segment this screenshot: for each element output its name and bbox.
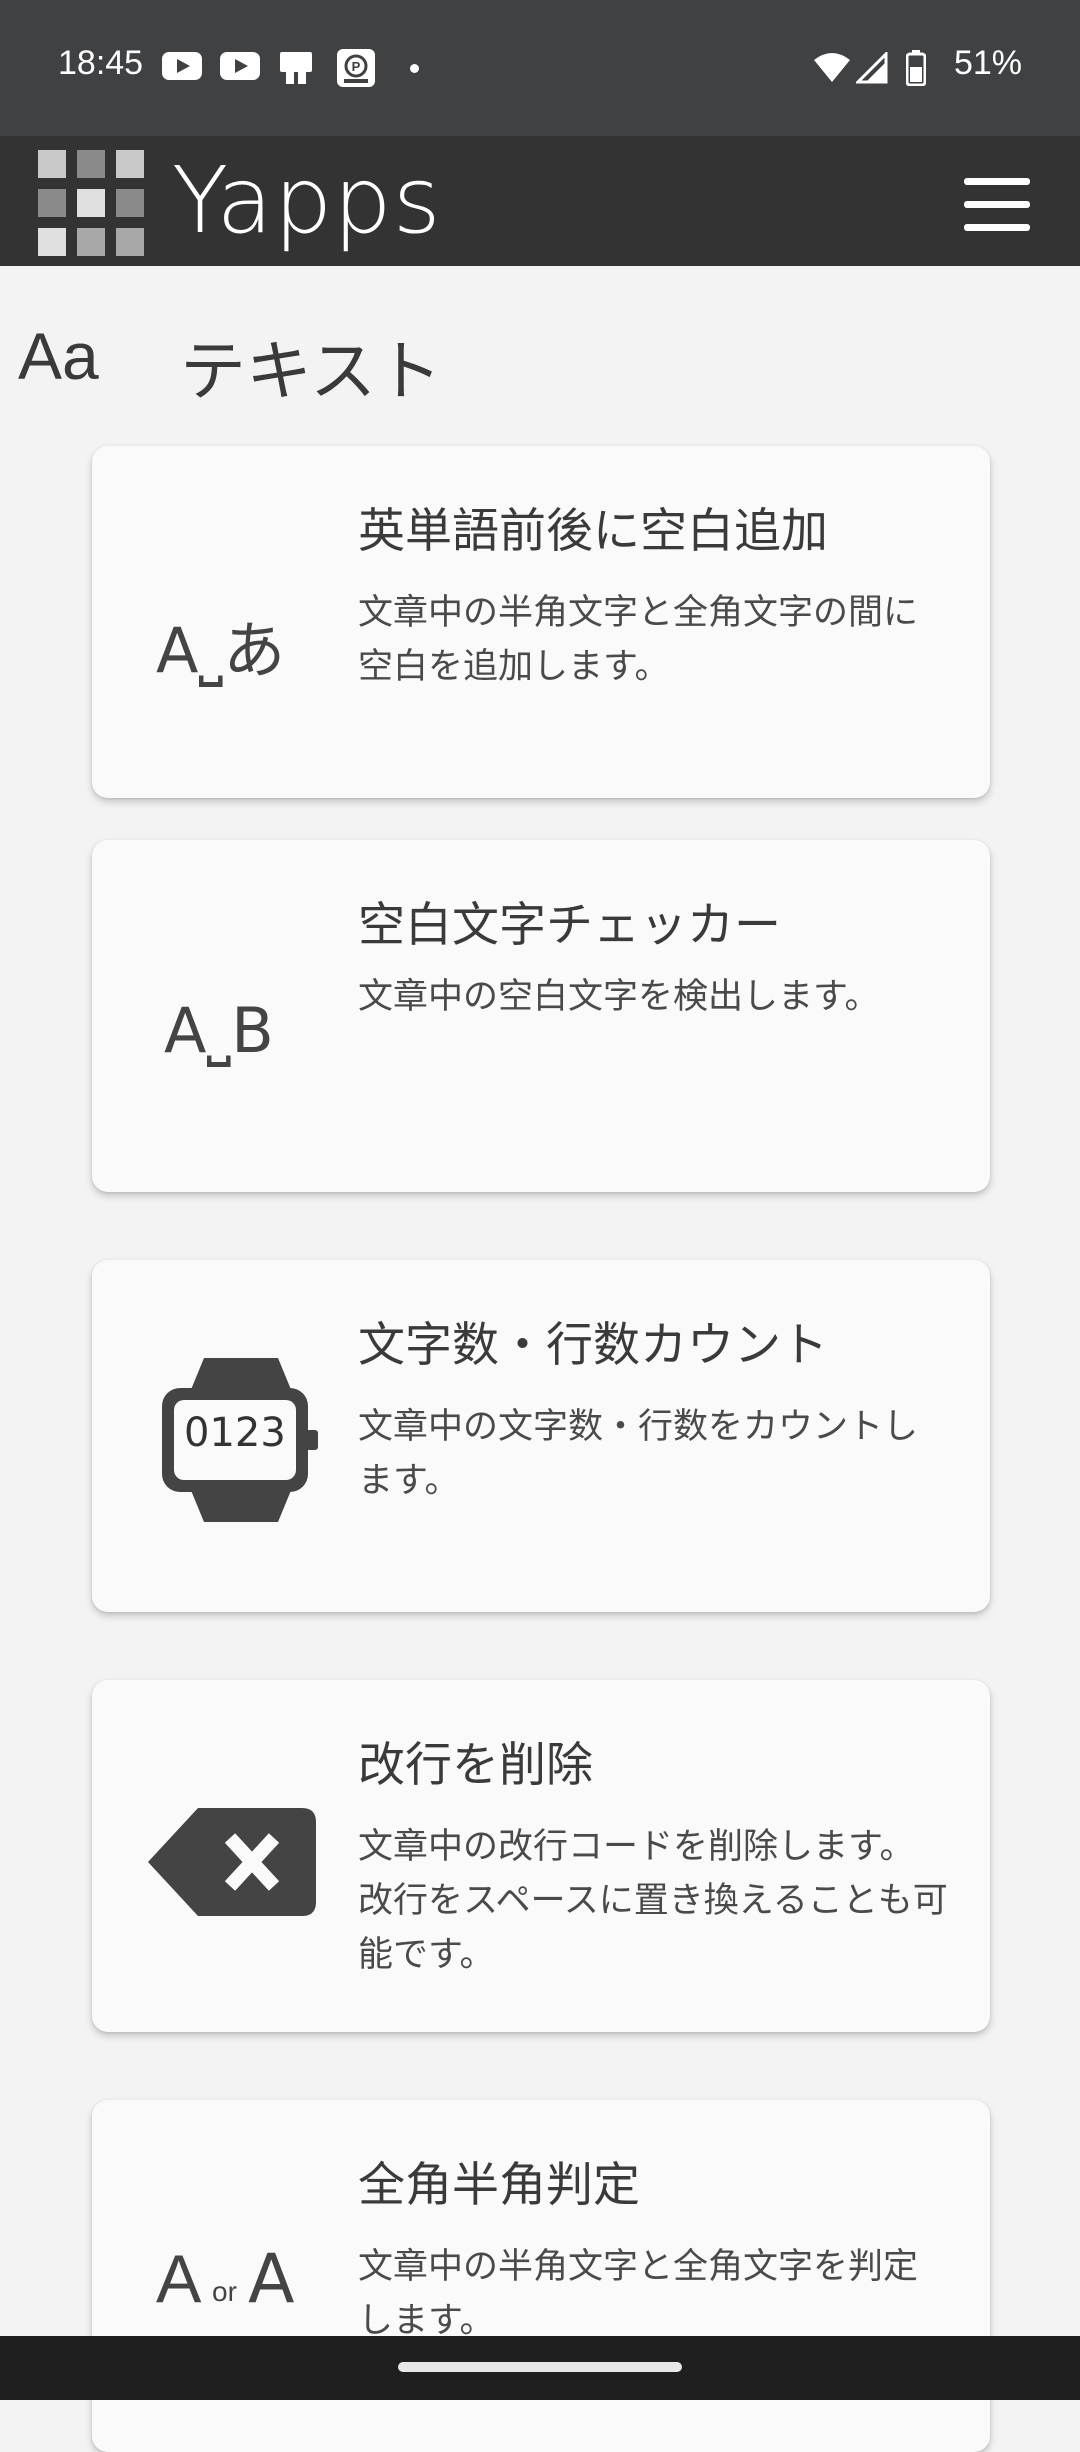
card-title: 文字数・行数カウント — [358, 1318, 828, 1373]
parking-app-icon: P — [337, 49, 375, 87]
battery-icon — [906, 50, 926, 86]
app-title: Yapps — [172, 147, 442, 254]
whitespace-check-icon: A⎵B — [164, 994, 274, 1067]
wifi-icon — [814, 53, 850, 82]
space-insert-icon: A⎵あ — [156, 614, 286, 687]
card-add-space[interactable]: A⎵あ 英単語前後に空白追加 文章中の半角文字と全角文字の間に空白を追加します。 — [92, 446, 990, 798]
hamburger-menu-icon[interactable] — [964, 178, 1030, 232]
backspace-icon — [146, 1792, 318, 1932]
app-logo-icon — [38, 150, 144, 256]
card-title: 空白文字チェッカー — [358, 898, 781, 953]
watch-counter-icon: 0123 — [160, 1352, 320, 1528]
card-description: 文章中の改行コードを削除します。改行をスペースに置き換えることも可能です。 — [358, 1827, 948, 1975]
text-section-icon: Aa — [18, 319, 99, 393]
status-time: 18:45 — [58, 44, 144, 82]
card-title: 英単語前後に空白追加 — [358, 504, 828, 559]
card-title: 全角半角判定 — [358, 2158, 640, 2213]
cast-icon — [280, 52, 312, 84]
card-whitespace-checker[interactable]: A⎵B 空白文字チェッカー 文章中の空白文字を検出します。 — [92, 840, 990, 1192]
svg-text:P: P — [352, 59, 361, 74]
width-compare-icon: A or A — [156, 2240, 295, 2319]
youtube-icon — [220, 52, 260, 80]
notification-dot — [410, 64, 419, 73]
app-bar — [0, 136, 1080, 266]
card-description: 文章中の空白文字を検出します。 — [358, 977, 880, 1017]
status-bar: 18:45 P 51% — [0, 0, 1080, 136]
battery-percent: 51% — [953, 44, 1022, 82]
card-description: 文章中の半角文字と全角文字を判定します。 — [358, 2247, 919, 2341]
card-remove-newlines[interactable]: 改行を削除 文章中の改行コードを削除します。改行をスペースに置き換えることも可能… — [92, 1680, 990, 2032]
card-character-count[interactable]: 0123 文字数・行数カウント 文章中の文字数・行数をカウントします。 — [92, 1260, 990, 1612]
section-title: テキスト — [180, 333, 443, 410]
card-title: 改行を削除 — [358, 1738, 593, 1793]
signal-icon — [856, 52, 888, 84]
card-description: 文章中の半角文字と全角文字の間に空白を追加します。 — [358, 593, 919, 687]
youtube-icon — [162, 52, 202, 80]
home-gesture-handle[interactable] — [398, 2362, 682, 2372]
card-description: 文章中の文字数・行数をカウントします。 — [358, 1407, 919, 1501]
